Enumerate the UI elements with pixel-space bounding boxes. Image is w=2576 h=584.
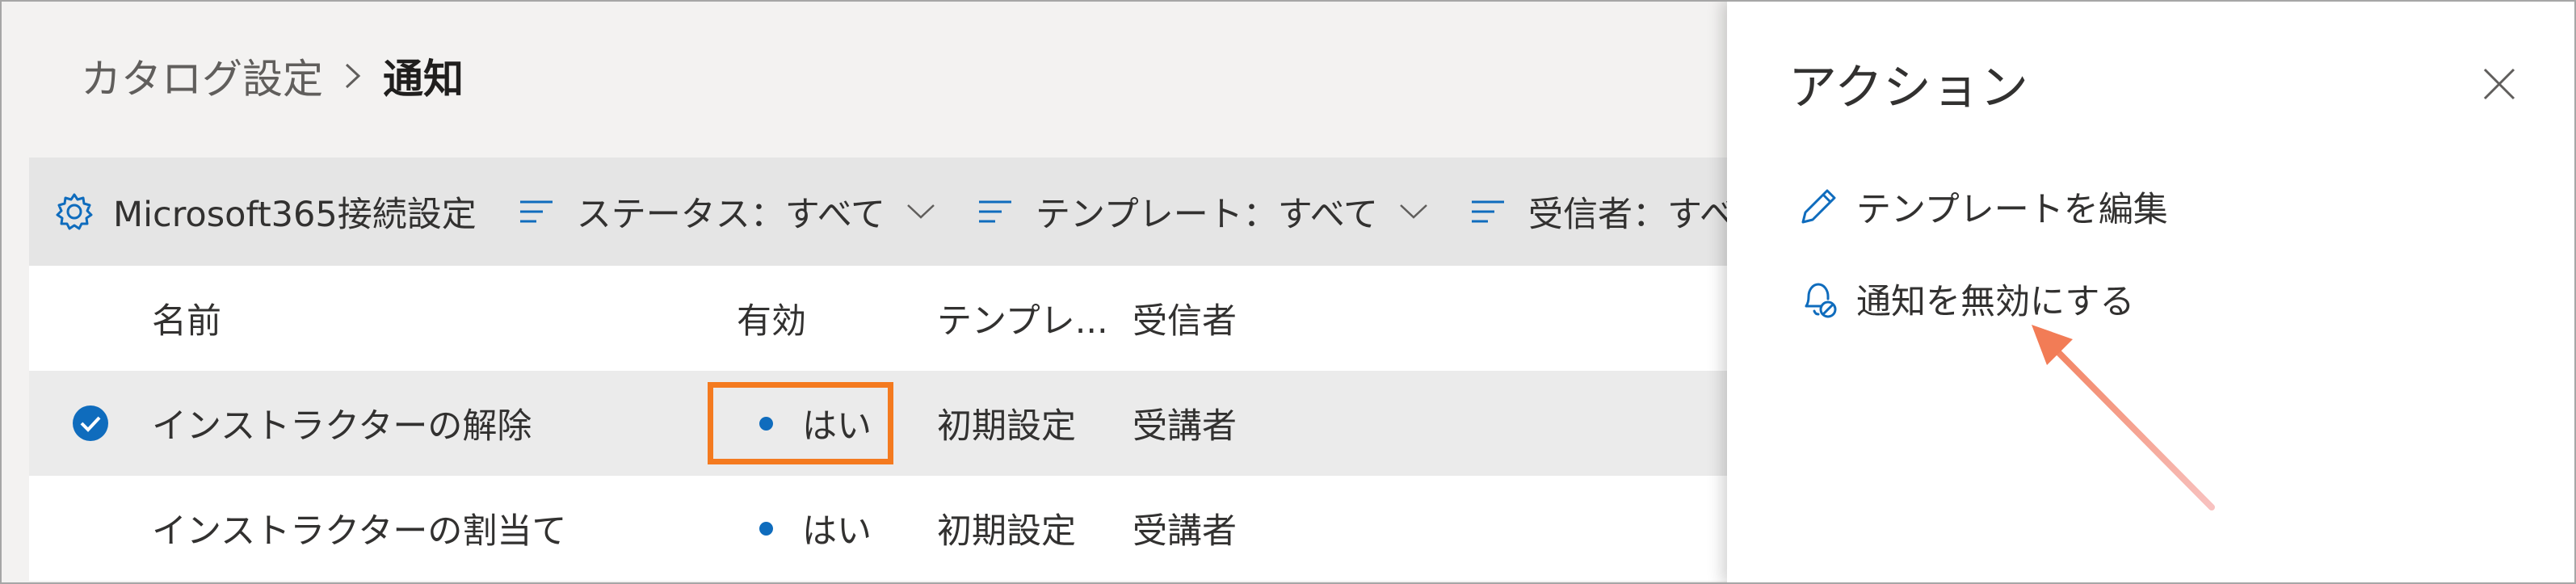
actions-panel: アクション テンプレートを編集 通知を無効にする <box>1727 0 2576 584</box>
template-filter-label: テンプレート：すべて <box>1036 195 1379 235</box>
m365-settings-button[interactable]: Microsoft365接続設定 <box>29 187 477 237</box>
close-button[interactable] <box>2477 61 2522 107</box>
gear-icon <box>53 191 95 233</box>
panel-title: アクション <box>1788 60 2028 116</box>
close-icon <box>2483 68 2515 100</box>
disable-notification-label: 通知を無効にする <box>1856 282 2135 322</box>
row-template: 初期設定 <box>937 511 1076 552</box>
status-dot-icon <box>759 521 773 536</box>
column-header-active[interactable]: 有効 <box>737 266 806 371</box>
bell-off-icon <box>1796 277 1845 321</box>
row-template: 初期設定 <box>937 406 1076 447</box>
filter-lines-icon <box>519 200 554 224</box>
chevron-down-icon <box>1399 203 1428 221</box>
column-header-name[interactable]: 名前 <box>152 266 221 371</box>
recipient-filter-label: 受信者：すべて <box>1528 195 1727 235</box>
table-header-row: 名前 有効 テンプレ... 受信者 <box>29 266 1727 371</box>
edit-template-action[interactable]: テンプレートを編集 <box>1796 174 2168 239</box>
highlight-box <box>708 382 893 464</box>
chevron-right-icon <box>344 62 362 90</box>
status-filter-label: ステータス：すべて <box>576 195 886 235</box>
row-recipient: 受講者 <box>1133 511 1237 552</box>
notifications-table: 名前 有効 テンプレ... 受信者 インストラクターの解除 はい 初期設定 受講… <box>29 266 1727 581</box>
command-bar: Microsoft365接続設定 ステータス：すべて テンプレート：すべて 受信… <box>29 158 1727 266</box>
m365-settings-label: Microsoft365接続設定 <box>113 195 477 235</box>
column-header-recipient[interactable]: 受信者 <box>1133 266 1237 371</box>
edit-template-label: テンプレートを編集 <box>1856 190 2168 230</box>
template-filter[interactable]: テンプレート：すべて <box>977 187 1428 237</box>
filter-lines-icon <box>977 200 1013 224</box>
row-active-label: はい <box>802 511 872 552</box>
checkmark-circle-icon <box>73 405 108 441</box>
table-row[interactable]: インストラクターの割当て はい 初期設定 受講者 <box>29 476 1727 581</box>
row-active: はい <box>737 476 872 581</box>
table-row[interactable]: インストラクターの解除 はい 初期設定 受講者 <box>29 371 1727 476</box>
row-checkbox[interactable] <box>71 371 110 476</box>
disable-notification-action[interactable]: 通知を無効にする <box>1796 267 2134 331</box>
recipient-filter[interactable]: 受信者：すべて <box>1470 187 1727 237</box>
main-content: カタログ設定 通知 Microsoft365接続設定 ステータス：すべて テンプ… <box>0 0 1727 584</box>
row-name: インストラクターの解除 <box>152 406 532 447</box>
breadcrumb-parent[interactable]: カタログ設定 <box>81 47 323 105</box>
chevron-down-icon <box>906 203 935 221</box>
row-name: インストラクターの割当て <box>152 511 567 552</box>
breadcrumb-current: 通知 <box>383 56 464 103</box>
row-recipient: 受講者 <box>1133 406 1237 447</box>
status-filter[interactable]: ステータス：すべて <box>519 187 935 237</box>
breadcrumb: カタログ設定 通知 <box>81 42 464 110</box>
filter-lines-icon <box>1470 200 1506 224</box>
pencil-icon <box>1796 185 1845 229</box>
column-header-template[interactable]: テンプレ... <box>937 266 1108 371</box>
